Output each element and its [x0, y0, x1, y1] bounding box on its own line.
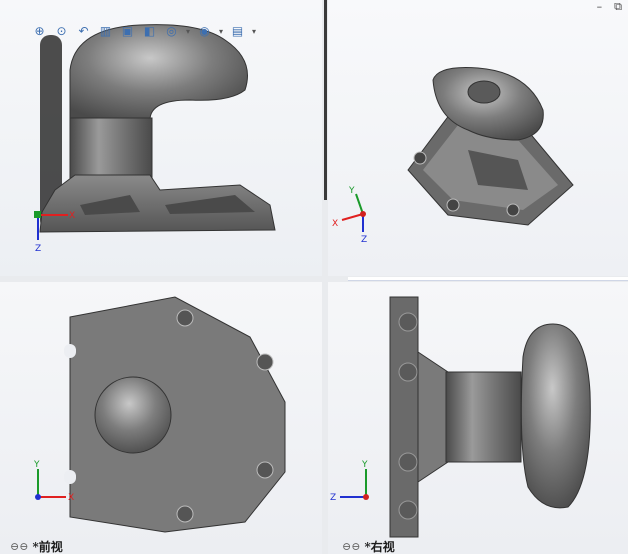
link-view-icon[interactable]: ⊖⊖ [10, 540, 28, 553]
zoom-to-fit-icon[interactable]: ⊕ [30, 22, 49, 41]
bolt-hole [176, 309, 194, 327]
view-orientation-icon[interactable]: ▣ [118, 22, 137, 41]
axis-triad: Y Z [330, 460, 369, 503]
zoom-area-icon[interactable]: ⊙ [52, 22, 71, 41]
svg-text:X: X [69, 211, 75, 221]
svg-text:Z: Z [361, 235, 367, 242]
link-view-icon[interactable]: ⊖⊖ [342, 540, 360, 553]
appearance-icon[interactable]: ◉ [195, 22, 214, 41]
svg-text:X: X [68, 493, 74, 503]
svg-text:Y: Y [33, 460, 40, 470]
elbow-bulb [520, 323, 591, 509]
minimize-icon[interactable]: – [597, 0, 603, 14]
scene-icon[interactable]: ▤ [228, 22, 247, 41]
view-label-right: ⊖⊖ *右视 [342, 540, 395, 554]
section-view-icon[interactable]: ▥ [96, 22, 115, 41]
bolt-hole [413, 151, 427, 165]
axis-triad: X Z [34, 211, 75, 254]
outlet-port [467, 80, 501, 104]
slot [64, 344, 76, 358]
elbow-body [69, 117, 153, 184]
viewport-top-right[interactable]: Y X Z [328, 0, 628, 276]
display-style-icon[interactable]: ◧ [140, 22, 159, 41]
hide-show-icon[interactable]: ◎ [162, 22, 181, 41]
svg-text:Y: Y [361, 460, 368, 470]
bore-port [94, 376, 172, 454]
bolt-hole [256, 461, 274, 479]
bolt-hole [506, 203, 520, 217]
viewport-bottom-right[interactable]: Y Z ⊖⊖ *右视 [328, 282, 628, 554]
chevron-down-icon[interactable]: ▾ [184, 22, 192, 41]
view-label-front: ⊖⊖ *前视 [10, 540, 63, 554]
axis-triad: Y X Z [332, 186, 367, 242]
flange-side [389, 296, 419, 538]
window-controls: – ⧉ [597, 0, 622, 14]
svg-text:Z: Z [35, 244, 41, 254]
viewport-splitter-horizontal[interactable] [0, 276, 628, 282]
previous-view-icon[interactable]: ↶ [74, 22, 93, 41]
svg-text:X: X [332, 219, 338, 229]
elbow-body [445, 371, 522, 463]
model-right-view [389, 296, 591, 538]
bolt-hole [176, 505, 194, 523]
model-front-view [64, 296, 286, 533]
restore-icon[interactable]: ⧉ [614, 0, 622, 14]
viewport-bottom-left[interactable]: Y X ⊖⊖ *前视 [0, 282, 322, 554]
bolt-hole [446, 198, 460, 212]
svg-text:Y: Y [348, 186, 355, 196]
axis-triad: Y X [33, 460, 74, 503]
bolt-hole [256, 353, 274, 371]
chevron-down-icon[interactable]: ▾ [217, 22, 225, 41]
chevron-down-icon[interactable]: ▾ [250, 22, 258, 41]
svg-text:Z: Z [330, 493, 336, 503]
heads-up-view-toolbar: ⊕ ⊙ ↶ ▥ ▣ ◧ ◎ ▾ ◉ ▾ ▤ ▾ [30, 20, 258, 42]
